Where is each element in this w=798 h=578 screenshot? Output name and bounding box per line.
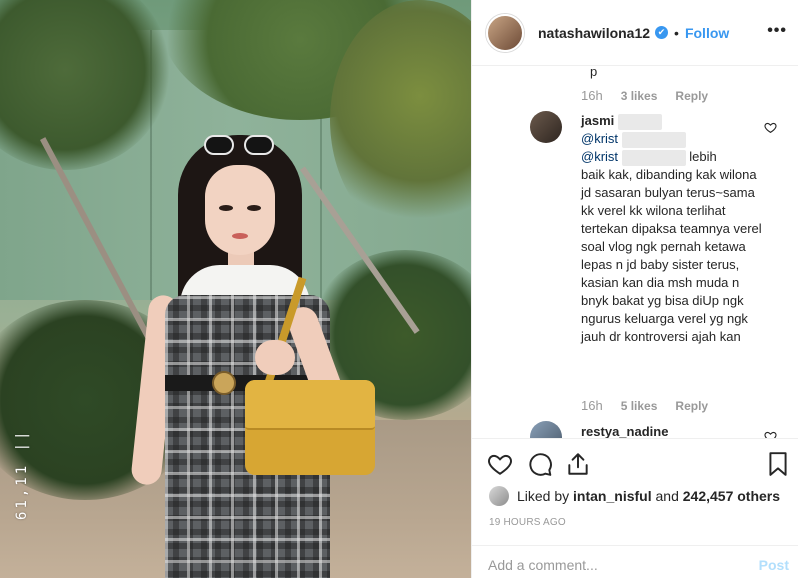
- comment-meta: 16h 3 likes Reply: [581, 88, 708, 103]
- liked-by-prefix: Liked by: [517, 488, 570, 504]
- liked-by-and: and: [655, 488, 679, 504]
- verified-badge-icon: ✔: [655, 26, 669, 39]
- post-timestamp[interactable]: 19 HOURS AGO: [489, 517, 566, 528]
- belt-buckle: [212, 371, 236, 395]
- comment-time[interactable]: 16h: [581, 398, 603, 413]
- add-comment-bar: Post: [472, 545, 798, 578]
- photo-subject: [130, 125, 380, 578]
- reply-button[interactable]: Reply: [675, 89, 708, 103]
- yellow-handbag: [245, 380, 375, 475]
- comment-body: restya_nadine: [581, 423, 766, 438]
- comment-body: jasmi @krist @krist lebih baik kak, diba…: [581, 112, 766, 346]
- redacted-text: [621, 149, 686, 166]
- likes-count-link[interactable]: 242,457 others: [683, 488, 780, 504]
- post-header: natashawilona12 ✔ • Follow •••: [472, 0, 798, 66]
- comment-likes[interactable]: 5 likes: [621, 399, 658, 413]
- subject-hand: [255, 340, 295, 375]
- post-actions: Liked by intan_nisful and 242,457 others…: [472, 438, 798, 578]
- sunglasses-lens: [204, 135, 234, 155]
- comment-mention[interactable]: @krist: [581, 131, 618, 146]
- bookmark-icon[interactable]: [765, 451, 791, 477]
- small-heart-icon[interactable]: [764, 121, 777, 134]
- instagram-post-modal: 61,11 || natashawilona12 ✔ • Follow ••• …: [0, 0, 798, 578]
- share-icon[interactable]: [565, 451, 591, 477]
- commenter-avatar[interactable]: [530, 421, 562, 438]
- commenter-username[interactable]: jasmi: [581, 113, 614, 128]
- comment-text: baik kak, dibanding kak wilona jd sasara…: [581, 167, 762, 344]
- comments-list[interactable]: p 16h 3 likes Reply jasmi @krist @krist …: [472, 66, 798, 438]
- more-options-icon[interactable]: •••: [767, 22, 787, 40]
- liked-by-row: Liked by intan_nisful and 242,457 others: [489, 486, 780, 506]
- subject-face: [205, 165, 275, 255]
- subject-lips: [232, 233, 248, 239]
- comment-mention[interactable]: @krist: [581, 149, 618, 164]
- comment-likes[interactable]: 3 likes: [621, 89, 658, 103]
- comment-text-inline: lebih: [689, 149, 717, 164]
- liker-avatar[interactable]: [489, 486, 509, 506]
- subject-eye: [247, 205, 261, 211]
- sunglasses: [200, 135, 280, 157]
- reply-button[interactable]: Reply: [675, 399, 708, 413]
- small-heart-icon[interactable]: [764, 430, 777, 438]
- post-photo[interactable]: 61,11 ||: [0, 0, 471, 578]
- photo-overlay-text: 61,11 ||: [14, 428, 30, 520]
- post-comment-button[interactable]: Post: [759, 557, 789, 573]
- comment-input[interactable]: [488, 555, 728, 575]
- subject-eye: [219, 205, 233, 211]
- header-separator: •: [674, 24, 679, 41]
- commenter-avatar[interactable]: [530, 111, 562, 143]
- sunglasses-lens: [244, 135, 274, 155]
- author-avatar[interactable]: [486, 13, 524, 52]
- comment-bubble-icon[interactable]: [527, 451, 553, 477]
- liked-by-username[interactable]: intan_nisful: [573, 488, 652, 504]
- author-username[interactable]: natashawilona12: [538, 25, 650, 41]
- comment-meta: 16h 5 likes Reply: [581, 398, 708, 413]
- bag-flap: [245, 380, 375, 430]
- redacted-text: [621, 131, 686, 148]
- heart-icon[interactable]: [487, 451, 513, 477]
- comment-text-fragment: p: [590, 66, 598, 79]
- commenter-username[interactable]: restya_nadine: [581, 424, 668, 438]
- comment-time[interactable]: 16h: [581, 88, 603, 103]
- redacted-text: [617, 113, 662, 130]
- follow-button[interactable]: Follow: [685, 25, 729, 41]
- post-sidebar: natashawilona12 ✔ • Follow ••• p 16h 3 l…: [471, 0, 798, 578]
